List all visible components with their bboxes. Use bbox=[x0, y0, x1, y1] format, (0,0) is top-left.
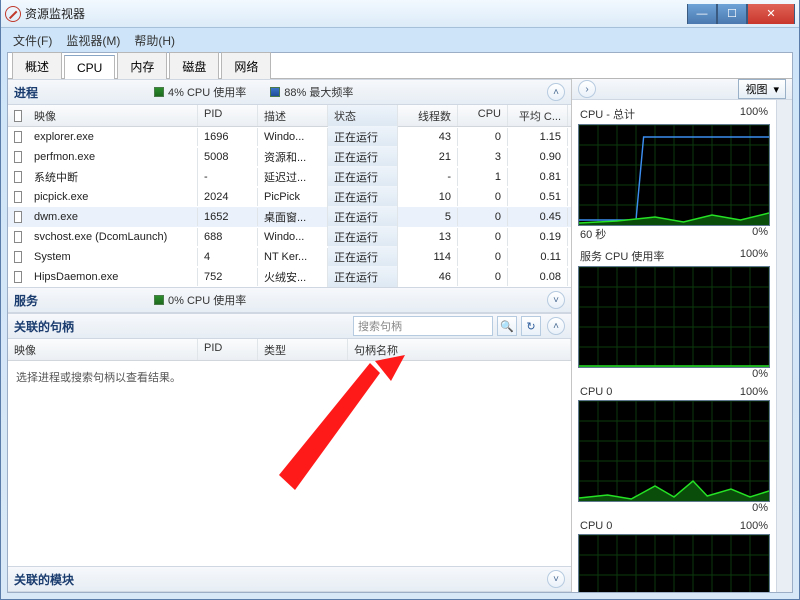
menu-help[interactable]: 帮助(H) bbox=[128, 29, 181, 52]
table-row[interactable]: perfmon.exe5008资源和... 正在运行2130.90 bbox=[8, 147, 571, 167]
chart-canvas bbox=[578, 124, 770, 226]
handles-title: 关联的句柄 bbox=[14, 318, 353, 335]
handles-search-input[interactable]: 搜索句柄 bbox=[353, 316, 493, 336]
app-icon bbox=[5, 6, 21, 22]
tab-cpu[interactable]: CPU bbox=[64, 55, 115, 79]
chart-max: 100% bbox=[740, 248, 768, 264]
cpu-legend-icon bbox=[154, 87, 164, 97]
handles-col-name[interactable]: 句柄名称 bbox=[348, 339, 571, 360]
table-row[interactable]: System4NT Ker... 正在运行11400.11 bbox=[8, 247, 571, 267]
chart-title: 服务 CPU 使用率 bbox=[580, 248, 664, 264]
expand-modules-button[interactable]: ˅ bbox=[547, 570, 565, 588]
refresh-icon: ↻ bbox=[526, 320, 535, 333]
chart-block: CPU 0100% 0% bbox=[578, 386, 770, 516]
services-cpu-legend-icon bbox=[154, 295, 164, 305]
search-button[interactable]: 🔍 bbox=[497, 316, 517, 336]
chart-block: CPU - 总计100% 60 秒0% bbox=[578, 106, 770, 244]
handles-table-header[interactable]: 映像 PID 类型 句柄名称 bbox=[8, 339, 571, 361]
tab-disk[interactable]: 磁盘 bbox=[169, 52, 219, 79]
select-all-checkbox[interactable] bbox=[14, 110, 22, 122]
modules-header[interactable]: 关联的模块 ˅ bbox=[8, 566, 571, 592]
collapse-charts-button[interactable]: › bbox=[578, 80, 596, 98]
services-title: 服务 bbox=[14, 292, 154, 309]
minimize-button[interactable]: — bbox=[687, 4, 717, 24]
col-avg[interactable]: 平均 C... bbox=[508, 105, 568, 126]
close-button[interactable]: ✕ bbox=[747, 4, 795, 24]
resource-monitor-window: 资源监视器 — ☐ ✕ 文件(F) 监视器(M) 帮助(H) 概述 CPU 内存… bbox=[0, 0, 800, 600]
row-checkbox[interactable] bbox=[14, 131, 22, 143]
col-pid[interactable]: PID bbox=[198, 105, 258, 126]
col-desc[interactable]: 描述 bbox=[258, 105, 328, 126]
collapse-handles-button[interactable]: ˄ bbox=[547, 317, 565, 335]
chart-canvas bbox=[578, 534, 770, 592]
handles-header[interactable]: 关联的句柄 搜索句柄 🔍 ↻ ˄ bbox=[8, 313, 571, 339]
expand-services-button[interactable]: ˅ bbox=[547, 291, 565, 309]
maximize-button[interactable]: ☐ bbox=[717, 4, 747, 24]
modules-title: 关联的模块 bbox=[14, 571, 154, 588]
freq-legend-icon bbox=[270, 87, 280, 97]
table-row[interactable]: 系统中断-延迟过... 正在运行-10.81 bbox=[8, 167, 571, 187]
row-checkbox[interactable] bbox=[14, 171, 22, 183]
process-table-body: explorer.exe1696Windo... 正在运行4301.15 per… bbox=[8, 127, 571, 287]
chart-max: 100% bbox=[740, 386, 768, 398]
row-checkbox[interactable] bbox=[14, 231, 22, 243]
view-dropdown[interactable]: 视图▾ bbox=[738, 79, 786, 99]
handles-col-image[interactable]: 映像 bbox=[8, 339, 198, 360]
process-table-header[interactable]: 映像 PID 描述 状态 线程数 CPU 平均 C... bbox=[8, 105, 571, 127]
processes-title: 进程 bbox=[14, 84, 154, 101]
right-column: › 视图▾ CPU - 总计100% 60 秒0%服务 CPU 使用率100% … bbox=[572, 79, 792, 592]
search-icon: 🔍 bbox=[500, 320, 514, 333]
refresh-button[interactable]: ↻ bbox=[521, 316, 541, 336]
chart-canvas bbox=[578, 266, 770, 368]
handles-body: 选择进程或搜索句柄以查看结果。 bbox=[8, 361, 571, 566]
tab-overview[interactable]: 概述 bbox=[12, 52, 62, 79]
chart-block: 服务 CPU 使用率100% 0% bbox=[578, 248, 770, 382]
handles-col-type[interactable]: 类型 bbox=[258, 339, 348, 360]
titlebar[interactable]: 资源监视器 — ☐ ✕ bbox=[1, 0, 799, 28]
row-checkbox[interactable] bbox=[14, 211, 22, 223]
max-freq-label: 88% 最大频率 bbox=[284, 84, 353, 100]
menubar: 文件(F) 监视器(M) 帮助(H) bbox=[1, 28, 799, 52]
chart-title: CPU 0 bbox=[580, 386, 612, 398]
services-header[interactable]: 服务 0% CPU 使用率 ˅ bbox=[8, 287, 571, 313]
chart-max: 100% bbox=[740, 106, 768, 122]
charts-container: CPU - 总计100% 60 秒0%服务 CPU 使用率100% 0%CPU … bbox=[572, 100, 776, 592]
table-row[interactable]: picpick.exe2024PicPick 正在运行1000.51 bbox=[8, 187, 571, 207]
charts-scrollbar[interactable] bbox=[776, 100, 792, 592]
row-checkbox[interactable] bbox=[14, 151, 22, 163]
tab-network[interactable]: 网络 bbox=[221, 52, 271, 79]
table-row[interactable]: svchost.exe (DcomLaunch)688Windo... 正在运行… bbox=[8, 227, 571, 247]
menu-file[interactable]: 文件(F) bbox=[7, 29, 58, 52]
chart-max: 100% bbox=[740, 520, 768, 532]
chart-title: CPU 0 bbox=[580, 520, 612, 532]
content-area: 概述 CPU 内存 磁盘 网络 进程 4% CPU 使用率 88% 最大频率 ˄… bbox=[7, 52, 793, 593]
table-row[interactable]: HipsDaemon.exe752火绒安... 正在运行4600.08 bbox=[8, 267, 571, 287]
table-row[interactable]: dwm.exe1652桌面窗... 正在运行500.45 bbox=[8, 207, 571, 227]
table-row[interactable]: explorer.exe1696Windo... 正在运行4301.15 bbox=[8, 127, 571, 147]
tab-memory[interactable]: 内存 bbox=[117, 52, 167, 79]
chart-block: CPU 0100% 0% bbox=[578, 520, 770, 592]
handles-empty-msg: 选择进程或搜索句柄以查看结果。 bbox=[8, 361, 571, 393]
row-checkbox[interactable] bbox=[14, 251, 22, 263]
col-status[interactable]: 状态 bbox=[328, 105, 398, 126]
window-title: 资源监视器 bbox=[25, 5, 85, 22]
row-checkbox[interactable] bbox=[14, 191, 22, 203]
collapse-processes-button[interactable]: ˄ bbox=[547, 83, 565, 101]
col-threads[interactable]: 线程数 bbox=[398, 105, 458, 126]
col-cpu[interactable]: CPU bbox=[458, 105, 508, 126]
menu-monitor[interactable]: 监视器(M) bbox=[60, 29, 126, 52]
tab-row: 概述 CPU 内存 磁盘 网络 bbox=[8, 53, 792, 79]
right-toolbar: › 视图▾ bbox=[572, 79, 792, 100]
chevron-down-icon: ▾ bbox=[773, 83, 779, 96]
services-cpu-label: 0% CPU 使用率 bbox=[168, 292, 246, 308]
left-column: 进程 4% CPU 使用率 88% 最大频率 ˄ 映像 PID 描述 状态 线程… bbox=[8, 79, 572, 592]
handles-col-pid[interactable]: PID bbox=[198, 339, 258, 360]
processes-header[interactable]: 进程 4% CPU 使用率 88% 最大频率 ˄ bbox=[8, 79, 571, 105]
chart-title: CPU - 总计 bbox=[580, 106, 635, 122]
col-image[interactable]: 映像 bbox=[28, 105, 198, 126]
chart-canvas bbox=[578, 400, 770, 502]
cpu-usage-label: 4% CPU 使用率 bbox=[168, 84, 246, 100]
row-checkbox[interactable] bbox=[14, 271, 22, 283]
